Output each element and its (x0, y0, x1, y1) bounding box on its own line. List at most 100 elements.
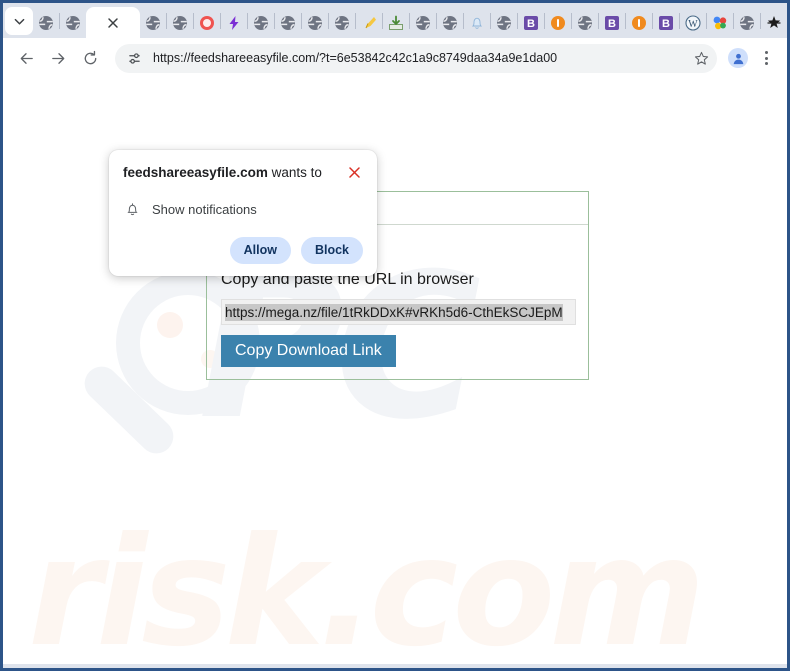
purple-lightning-icon (226, 15, 242, 31)
black-star-icon (766, 15, 782, 31)
globe-dark-icon (577, 15, 593, 31)
tab-item[interactable] (167, 8, 193, 38)
download-url-field[interactable]: https://mega.nz/file/1tRkDDxK#vRKh5d6-Ct… (221, 299, 576, 326)
popup-title: feedshareeasyfile.com wants to (123, 164, 345, 182)
watermark-domain: risk.com (28, 506, 706, 664)
forward-button[interactable] (43, 43, 73, 73)
tab-item[interactable] (491, 8, 517, 38)
browser-window-inner: BBBW + (3, 3, 787, 668)
tab-item[interactable] (410, 8, 436, 38)
svg-text:W: W (688, 19, 698, 30)
tab-item[interactable] (248, 8, 274, 38)
tab-active[interactable] (86, 7, 140, 38)
tab-item[interactable] (356, 8, 382, 38)
browser-window: BBBW + (0, 0, 790, 671)
tab-item[interactable] (545, 8, 571, 38)
download-url-value: https://mega.nz/file/1tRkDDxK#vRKh5d6-Ct… (225, 303, 563, 321)
tab-item[interactable] (302, 8, 328, 38)
allow-button[interactable]: Allow (229, 236, 291, 264)
arrow-left-icon (20, 52, 33, 64)
tab-item[interactable] (734, 8, 760, 38)
site-information-button[interactable] (123, 47, 145, 69)
profile-button[interactable] (725, 45, 751, 71)
tab-item[interactable] (626, 8, 652, 38)
reload-button[interactable] (75, 43, 105, 73)
orange-circle-icon (631, 15, 647, 31)
svg-text:B: B (608, 18, 616, 30)
tab-item[interactable] (464, 8, 490, 38)
page-viewport: PC risk.com eady... 025 Copy and paste t… (3, 78, 787, 664)
tabs-container: BBBW (33, 7, 787, 38)
star-icon (694, 51, 708, 65)
globe-dark-icon (496, 15, 512, 31)
avatar (728, 48, 748, 68)
wordpress-icon: W (685, 15, 701, 31)
tab-item[interactable] (437, 8, 463, 38)
svg-text:B: B (527, 18, 535, 30)
globe-dark-icon (280, 15, 296, 31)
tab-item[interactable] (194, 8, 220, 38)
tab-item[interactable]: B (518, 8, 544, 38)
svg-text:B: B (662, 18, 670, 30)
popup-domain: feedshareeasyfile.com (123, 165, 268, 180)
popup-actions: Allow Block (123, 236, 363, 264)
globe-dark-icon (253, 15, 269, 31)
bell-icon (127, 202, 138, 215)
tab-item[interactable] (221, 8, 247, 38)
close-x-icon (348, 166, 360, 178)
purple-b-icon: B (604, 15, 620, 31)
orange-circle-icon (550, 15, 566, 31)
tab-item[interactable] (275, 8, 301, 38)
tab-item[interactable] (572, 8, 598, 38)
globe-dark-icon (415, 15, 431, 31)
globe-dark-icon (172, 15, 188, 31)
close-x-icon (105, 15, 121, 31)
address-bar[interactable]: https://feedshareeasyfile.com/?t=6e53842… (115, 43, 717, 73)
colorful-slack-icon (712, 15, 728, 31)
tune-settings-icon (128, 52, 140, 64)
globe-dark-icon (65, 15, 81, 31)
tab-item[interactable] (140, 8, 166, 38)
back-button[interactable] (11, 43, 41, 73)
person-avatar-icon (733, 53, 743, 64)
yellow-tag-icon (361, 15, 377, 31)
tab-item[interactable] (33, 8, 59, 38)
block-button[interactable]: Block (300, 236, 363, 264)
globe-dark-icon (442, 15, 458, 31)
notification-permission-popup: feedshareeasyfile.com wants to Show noti… (109, 150, 377, 276)
tab-item[interactable] (329, 8, 355, 38)
tab-item[interactable]: W (680, 8, 706, 38)
tab-item[interactable] (383, 8, 409, 38)
popup-close-button[interactable] (345, 163, 363, 181)
browser-toolbar: https://feedshareeasyfile.com/?t=6e53842… (3, 38, 787, 78)
tab-item[interactable]: B (599, 8, 625, 38)
bookmark-button[interactable] (689, 46, 713, 70)
popup-header: feedshareeasyfile.com wants to (123, 164, 363, 182)
purple-b-icon: B (658, 15, 674, 31)
globe-dark-icon (334, 15, 350, 31)
green-download-icon (388, 15, 404, 31)
permission-row: Show notifications (123, 202, 363, 217)
purple-b-icon: B (523, 15, 539, 31)
tab-item[interactable] (761, 8, 787, 38)
tab-item[interactable] (60, 8, 86, 38)
popup-wants-to: wants to (267, 165, 322, 180)
tab-strip: BBBW + (3, 3, 787, 38)
browser-menu-button[interactable] (753, 43, 779, 73)
copy-download-link-button[interactable]: Copy Download Link (221, 335, 396, 368)
tab-item[interactable]: B (653, 8, 679, 38)
globe-dark-icon (307, 15, 323, 31)
three-dots-menu-icon (764, 51, 768, 54)
reload-icon (84, 50, 96, 64)
url-text[interactable]: https://feedshareeasyfile.com/?t=6e53842… (153, 51, 689, 65)
red-circle-icon (199, 15, 215, 31)
permission-label: Show notifications (152, 201, 257, 217)
globe-dark-icon (739, 15, 755, 31)
tab-search-button[interactable] (5, 7, 33, 35)
arrow-right-icon (51, 52, 64, 64)
light-bell-icon (469, 15, 485, 31)
globe-dark-icon (38, 15, 54, 31)
chevron-down-icon (14, 18, 24, 25)
tab-item[interactable] (707, 8, 733, 38)
globe-dark-icon (145, 15, 161, 31)
